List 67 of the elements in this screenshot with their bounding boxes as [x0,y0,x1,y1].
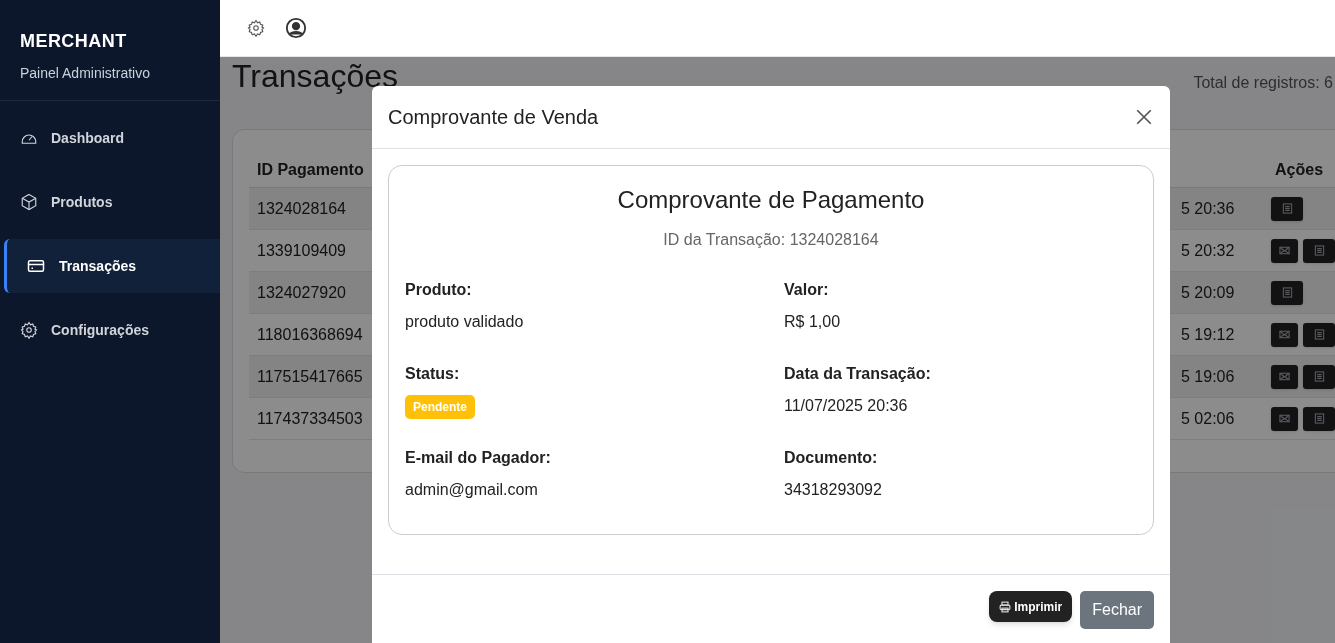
table-cell-text: 5 19:12 [1181,324,1236,345]
close-button[interactable] [1134,107,1154,127]
table-cell-text: 1339109409 [256,240,347,261]
table-cell-text: 117515417665 [256,366,364,387]
envelope-icon [1279,371,1290,382]
settings-icon [20,321,38,339]
table-cell-text: 118016368694 [256,324,364,345]
status-badge: Pendente [405,395,475,419]
settings-icon[interactable] [247,19,265,37]
field-value: R$ 1,00 [784,312,842,332]
field-label: Status: [405,364,461,384]
table-cell-text: 1324028164 [256,198,347,219]
receipt-button[interactable] [1303,406,1335,431]
nav-item[interactable]: Configurações [0,303,220,357]
field-value: admin@gmail.com [405,480,539,500]
printer-icon [999,600,1012,613]
receipt-icon [1313,329,1325,340]
email-button[interactable] [1271,406,1298,431]
brand-title: MERCHANT [20,30,128,53]
close-dialog-button[interactable]: Fechar [1080,591,1154,629]
email-button[interactable] [1271,238,1298,263]
modal-title: Comprovante de Venda [388,105,599,130]
print-button[interactable]: Imprimir [989,591,1073,622]
close-icon [1135,108,1153,126]
field-label: E-mail do Pagador: [405,448,552,468]
field-label: Produto: [405,280,473,300]
receipt-button[interactable] [1303,364,1335,389]
table-cell-text: 5 20:36 [1181,198,1236,219]
nav-item[interactable]: Produtos [0,175,220,229]
column-header: Ações [1275,159,1325,180]
user-icon[interactable] [285,17,307,39]
field-value: 11/07/2025 20:36 [784,396,909,416]
envelope-icon [1279,245,1290,256]
receipt-button[interactable] [1271,280,1303,305]
receipt-button[interactable] [1303,238,1335,263]
email-button[interactable] [1271,322,1298,347]
receipt-icon [1313,413,1325,424]
receipt-button[interactable] [1303,322,1335,347]
receipt-button[interactable] [1271,196,1303,221]
nav-item[interactable]: Dashboard [0,111,220,165]
envelope-icon [1279,329,1290,340]
field-label: Data da Transação: [784,364,932,384]
receipt-icon [1281,203,1293,214]
table-cell-text: 117437334503 [256,408,364,429]
receipt-icon [1313,245,1325,256]
field-label: Documento: [784,448,879,468]
receipt-icon [1313,371,1325,382]
table-cell-text: 1324027920 [256,282,347,303]
field-label: Valor: [784,280,830,300]
record-count: Total de registros: 6 [1193,73,1333,93]
envelope-icon [1279,413,1290,424]
table-cell-text: 5 20:32 [1181,240,1236,261]
credit-card-icon [27,257,45,275]
email-button[interactable] [1271,364,1298,389]
field-value: 34318293092 [784,480,883,500]
column-header: ID Pagamento [256,159,365,180]
transaction-id: ID da Transação: 1324028164 [662,230,880,250]
table-cell-text: 5 20:09 [1181,282,1236,303]
page-title: Transações [232,60,398,92]
field-value: produto validado [405,312,525,332]
table-cell-text: 5 02:06 [1181,408,1236,429]
table-cell-text: 5 19:06 [1181,366,1236,387]
brand-subtitle: Painel Administrativo [20,64,151,83]
nav-item[interactable]: Transações [4,239,220,293]
receipt-title: Comprovante de Pagamento [616,185,926,215]
box-icon [20,193,38,211]
receipt-icon [1281,287,1293,298]
